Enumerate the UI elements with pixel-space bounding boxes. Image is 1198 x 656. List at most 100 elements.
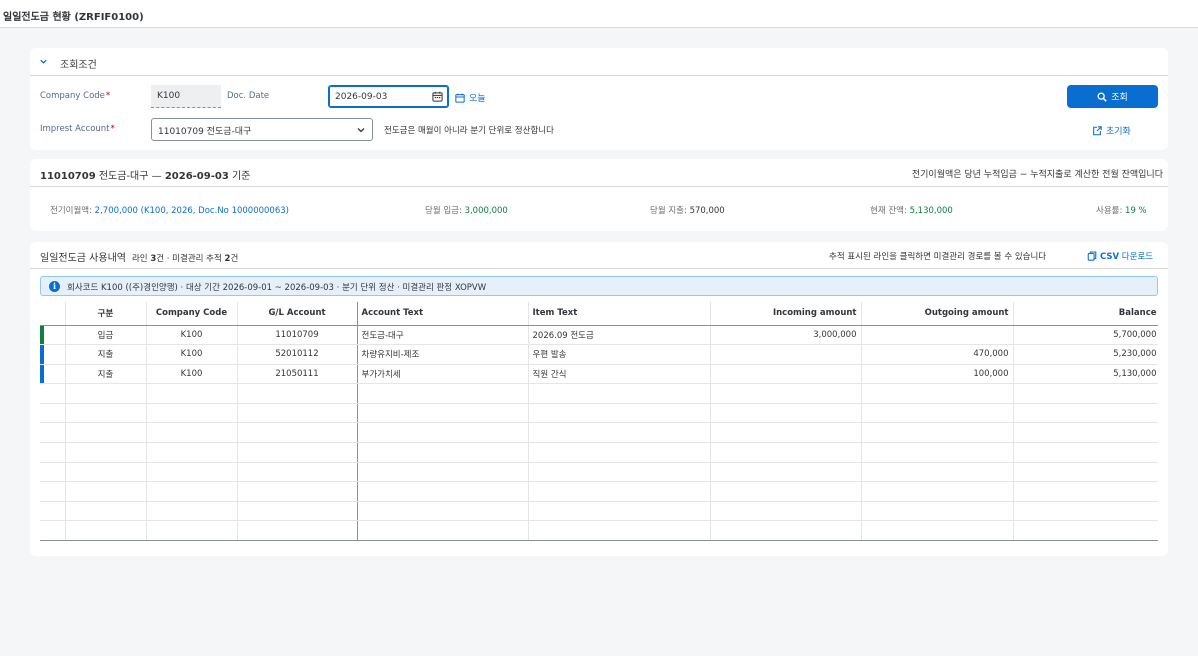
empty-cell: [528, 383, 711, 404]
info-text: 회사코드 K100 ((주)경인양행) · 대상 기간 2026-09-01 ~…: [67, 283, 487, 293]
column-header-marker: [40, 302, 66, 326]
empty-cell: [65, 422, 147, 444]
company-code-label: Company Code*: [40, 91, 111, 101]
empty-cell: [528, 403, 711, 424]
column-header-outgoing-amount[interactable]: Outgoing amount: [861, 302, 1014, 326]
empty-cell: [237, 481, 358, 502]
empty-cell: [357, 422, 529, 444]
empty-cell: [146, 403, 238, 424]
cell-balance: 5,130,000: [1013, 364, 1158, 385]
empty-cell: [40, 403, 66, 424]
column-header-account-text[interactable]: Account Text: [357, 302, 529, 326]
reset-icon: [1093, 125, 1102, 135]
empty-cell: [237, 501, 358, 522]
cell-incoming-amount: [710, 344, 862, 365]
empty-cell: [357, 383, 529, 404]
empty-cell: [237, 383, 358, 404]
empty-cell: [40, 462, 66, 483]
chevron-down-icon[interactable]: [39, 57, 48, 66]
detail-note: 추적 표시된 라인을 클릭하면 미결관리 경로를 볼 수 있습니다: [829, 252, 1047, 262]
summary-header: 11010709 전도금-대구 — 2026-09-03 기준 전기이월액은 당…: [30, 159, 1168, 187]
carryover-kpi[interactable]: 전기이월액: 2,700,000 (K100, 2026, Doc.No 100…: [50, 204, 289, 216]
empty-cell: [237, 422, 358, 444]
detail-table: 구분 Company Code G/L Account Account Text…: [40, 302, 1158, 541]
empty-cell: [528, 520, 711, 540]
empty-cell: [710, 442, 862, 463]
imprest-account-select[interactable]: 11010709 전도금-대구: [151, 118, 373, 141]
row-marker: [40, 344, 66, 365]
imprest-account-value: 11010709 전도금-대구: [158, 127, 252, 137]
summary-panel: 11010709 전도금-대구 — 2026-09-03 기준 전기이월액은 당…: [30, 159, 1168, 231]
column-header-company-code[interactable]: Company Code: [146, 302, 238, 326]
csv-download-button[interactable]: CSV 다운로드: [1087, 250, 1153, 262]
empty-cell: [1013, 462, 1158, 483]
table-header-row: 구분 Company Code G/L Account Account Text…: [40, 302, 1158, 326]
table-row[interactable]: 지출 K100 21050111 부가가치세 직원 간식 100,000 5,130,000: [40, 364, 1158, 385]
search-button[interactable]: 조회: [1067, 85, 1158, 108]
empty-cell: [861, 462, 1014, 483]
empty-cell: [65, 462, 147, 483]
empty-cell: [710, 501, 862, 522]
empty-cell: [65, 520, 147, 540]
empty-cell: [861, 403, 1014, 424]
empty-cell: [146, 422, 238, 444]
column-header-gl-account[interactable]: G/L Account: [237, 302, 358, 326]
empty-cell: [40, 422, 66, 444]
empty-cell: [65, 501, 147, 522]
cell-outgoing-amount: 470,000: [861, 344, 1014, 365]
cell-item-text: 우편 발송: [528, 344, 711, 365]
empty-cell: [528, 422, 711, 444]
empty-row: [40, 383, 1158, 404]
empty-cell: [357, 481, 529, 502]
empty-cell: [861, 481, 1014, 502]
empty-cell: [146, 481, 238, 502]
summary-title: 11010709 전도금-대구 — 2026-09-03 기준: [40, 171, 251, 182]
cell-item-text: 직원 간식: [528, 364, 711, 385]
filter-panel: 조회조건 Company Code* K100 Doc. Date 2026-0…: [30, 48, 1168, 150]
cell-outgoing-amount: 100,000: [861, 364, 1014, 385]
cell-type: 지출: [65, 344, 147, 365]
filter-title: 조회조건: [60, 60, 97, 71]
cell-type: 입금: [65, 325, 147, 346]
empty-cell: [357, 501, 529, 522]
doc-date-input[interactable]: 2026-09-03: [328, 85, 449, 108]
usage-kpi: 사용률: 19 %: [1096, 206, 1147, 216]
filter-header[interactable]: 조회조건: [30, 48, 1168, 76]
empty-cell: [65, 442, 147, 463]
today-label: 오늘: [469, 94, 486, 104]
table-row[interactable]: 지출 K100 52010112 차량유지비-제조 우편 발송 470,000 5,230,…: [40, 344, 1158, 365]
empty-cell: [710, 403, 862, 424]
empty-cell: [1013, 422, 1158, 444]
cell-gl-account: 11010709: [237, 325, 358, 346]
empty-cell: [710, 422, 862, 444]
row-marker: [40, 364, 66, 385]
page-title: 일일전도금 현황 (ZRFIF0100): [3, 12, 144, 23]
calendar-icon[interactable]: [432, 91, 443, 102]
column-header-type[interactable]: 구분: [65, 302, 147, 326]
info-message-strip: i 회사코드 K100 ((주)경인양행) · 대상 기간 2026-09-01…: [40, 276, 1158, 296]
empty-cell: [710, 520, 862, 540]
empty-cell: [1013, 520, 1158, 540]
table-row[interactable]: 입금 K100 11010709 전도금-대구 2026.09 전도금 3,000,000…: [40, 325, 1158, 346]
empty-cell: [65, 403, 147, 424]
column-header-balance[interactable]: Balance: [1013, 302, 1158, 326]
empty-row: [40, 442, 1158, 463]
imprest-account-label: Imprest Account*: [40, 124, 115, 134]
column-header-item-text[interactable]: Item Text: [528, 302, 711, 326]
reset-label: 초기화: [1106, 127, 1131, 137]
today-button[interactable]: 오늘: [455, 91, 486, 104]
empty-cell: [710, 383, 862, 404]
csv-label: CSV 다운로드: [1100, 252, 1154, 262]
empty-cell: [861, 501, 1014, 522]
cell-incoming-amount: [710, 364, 862, 385]
empty-cell: [237, 403, 358, 424]
reset-button[interactable]: 초기화: [1092, 124, 1131, 137]
cell-type: 지출: [65, 364, 147, 385]
outgoing-kpi: 당월 지출: 570,000: [650, 206, 725, 216]
cell-balance: 5,700,000: [1013, 325, 1158, 346]
empty-cell: [146, 383, 238, 404]
empty-cell: [237, 442, 358, 463]
column-header-incoming-amount[interactable]: Incoming amount: [710, 302, 862, 326]
empty-cell: [237, 520, 358, 540]
empty-cell: [146, 462, 238, 483]
